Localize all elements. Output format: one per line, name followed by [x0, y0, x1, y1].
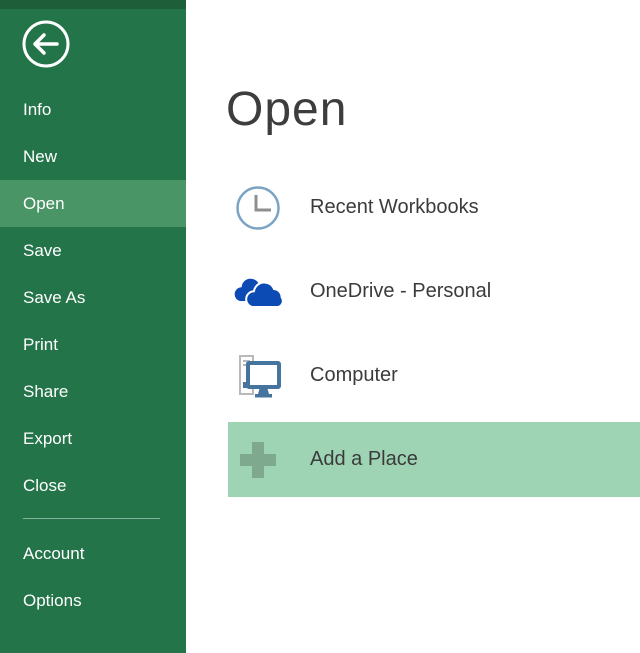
place-add-a-place[interactable]: Add a Place [228, 422, 640, 497]
place-label: OneDrive - Personal [310, 280, 491, 303]
place-label: Computer [310, 364, 398, 387]
sidebar-item-label: Save [23, 241, 62, 261]
sidebar-item-label: Save As [23, 288, 85, 308]
sidebar-item-label: Share [23, 382, 68, 402]
sidebar-item-label: Export [23, 429, 72, 449]
place-computer[interactable]: Computer [228, 338, 640, 413]
sidebar-item-share[interactable]: Share [0, 368, 186, 415]
sidebar-item-save-as[interactable]: Save As [0, 274, 186, 321]
place-onedrive-personal[interactable]: OneDrive - Personal [228, 254, 640, 329]
sidebar-divider [23, 518, 160, 519]
open-places-list: Recent Workbooks OneDrive - Personal [228, 170, 640, 506]
clock-icon [228, 185, 288, 231]
place-label: Recent Workbooks [310, 196, 479, 219]
sidebar-item-label: Close [23, 476, 66, 496]
page-title: Open [226, 82, 347, 137]
sidebar-item-options[interactable]: Options [0, 577, 186, 624]
sidebar-top-strip [0, 0, 186, 9]
backstage-sidebar: Info New Open Save Save As Print Share E… [0, 0, 186, 653]
sidebar-item-open[interactable]: Open [0, 180, 186, 227]
sidebar-item-new[interactable]: New [0, 133, 186, 180]
back-button[interactable] [21, 19, 71, 69]
sidebar-item-export[interactable]: Export [0, 415, 186, 462]
sidebar-item-label: Info [23, 100, 51, 120]
sidebar-item-save[interactable]: Save [0, 227, 186, 274]
sidebar-item-label: Print [23, 335, 58, 355]
plus-icon [228, 439, 288, 481]
sidebar-item-print[interactable]: Print [0, 321, 186, 368]
sidebar-item-close[interactable]: Close [0, 462, 186, 509]
sidebar-item-label: New [23, 147, 57, 167]
sidebar-item-label: Account [23, 544, 84, 564]
place-label: Add a Place [310, 448, 418, 471]
sidebar-nav: Info New Open Save Save As Print Share E… [0, 86, 186, 624]
back-arrow-icon [21, 56, 71, 73]
backstage-main: Open Recent Workbooks OneDrive - Persona… [186, 0, 640, 653]
sidebar-footer: Account Options [0, 530, 186, 624]
sidebar-item-label: Options [23, 591, 82, 611]
computer-icon [228, 351, 288, 401]
sidebar-item-info[interactable]: Info [0, 86, 186, 133]
sidebar-item-label: Open [23, 194, 65, 214]
onedrive-cloud-icon [228, 270, 288, 314]
place-recent-workbooks[interactable]: Recent Workbooks [228, 170, 640, 245]
sidebar-item-account[interactable]: Account [0, 530, 186, 577]
